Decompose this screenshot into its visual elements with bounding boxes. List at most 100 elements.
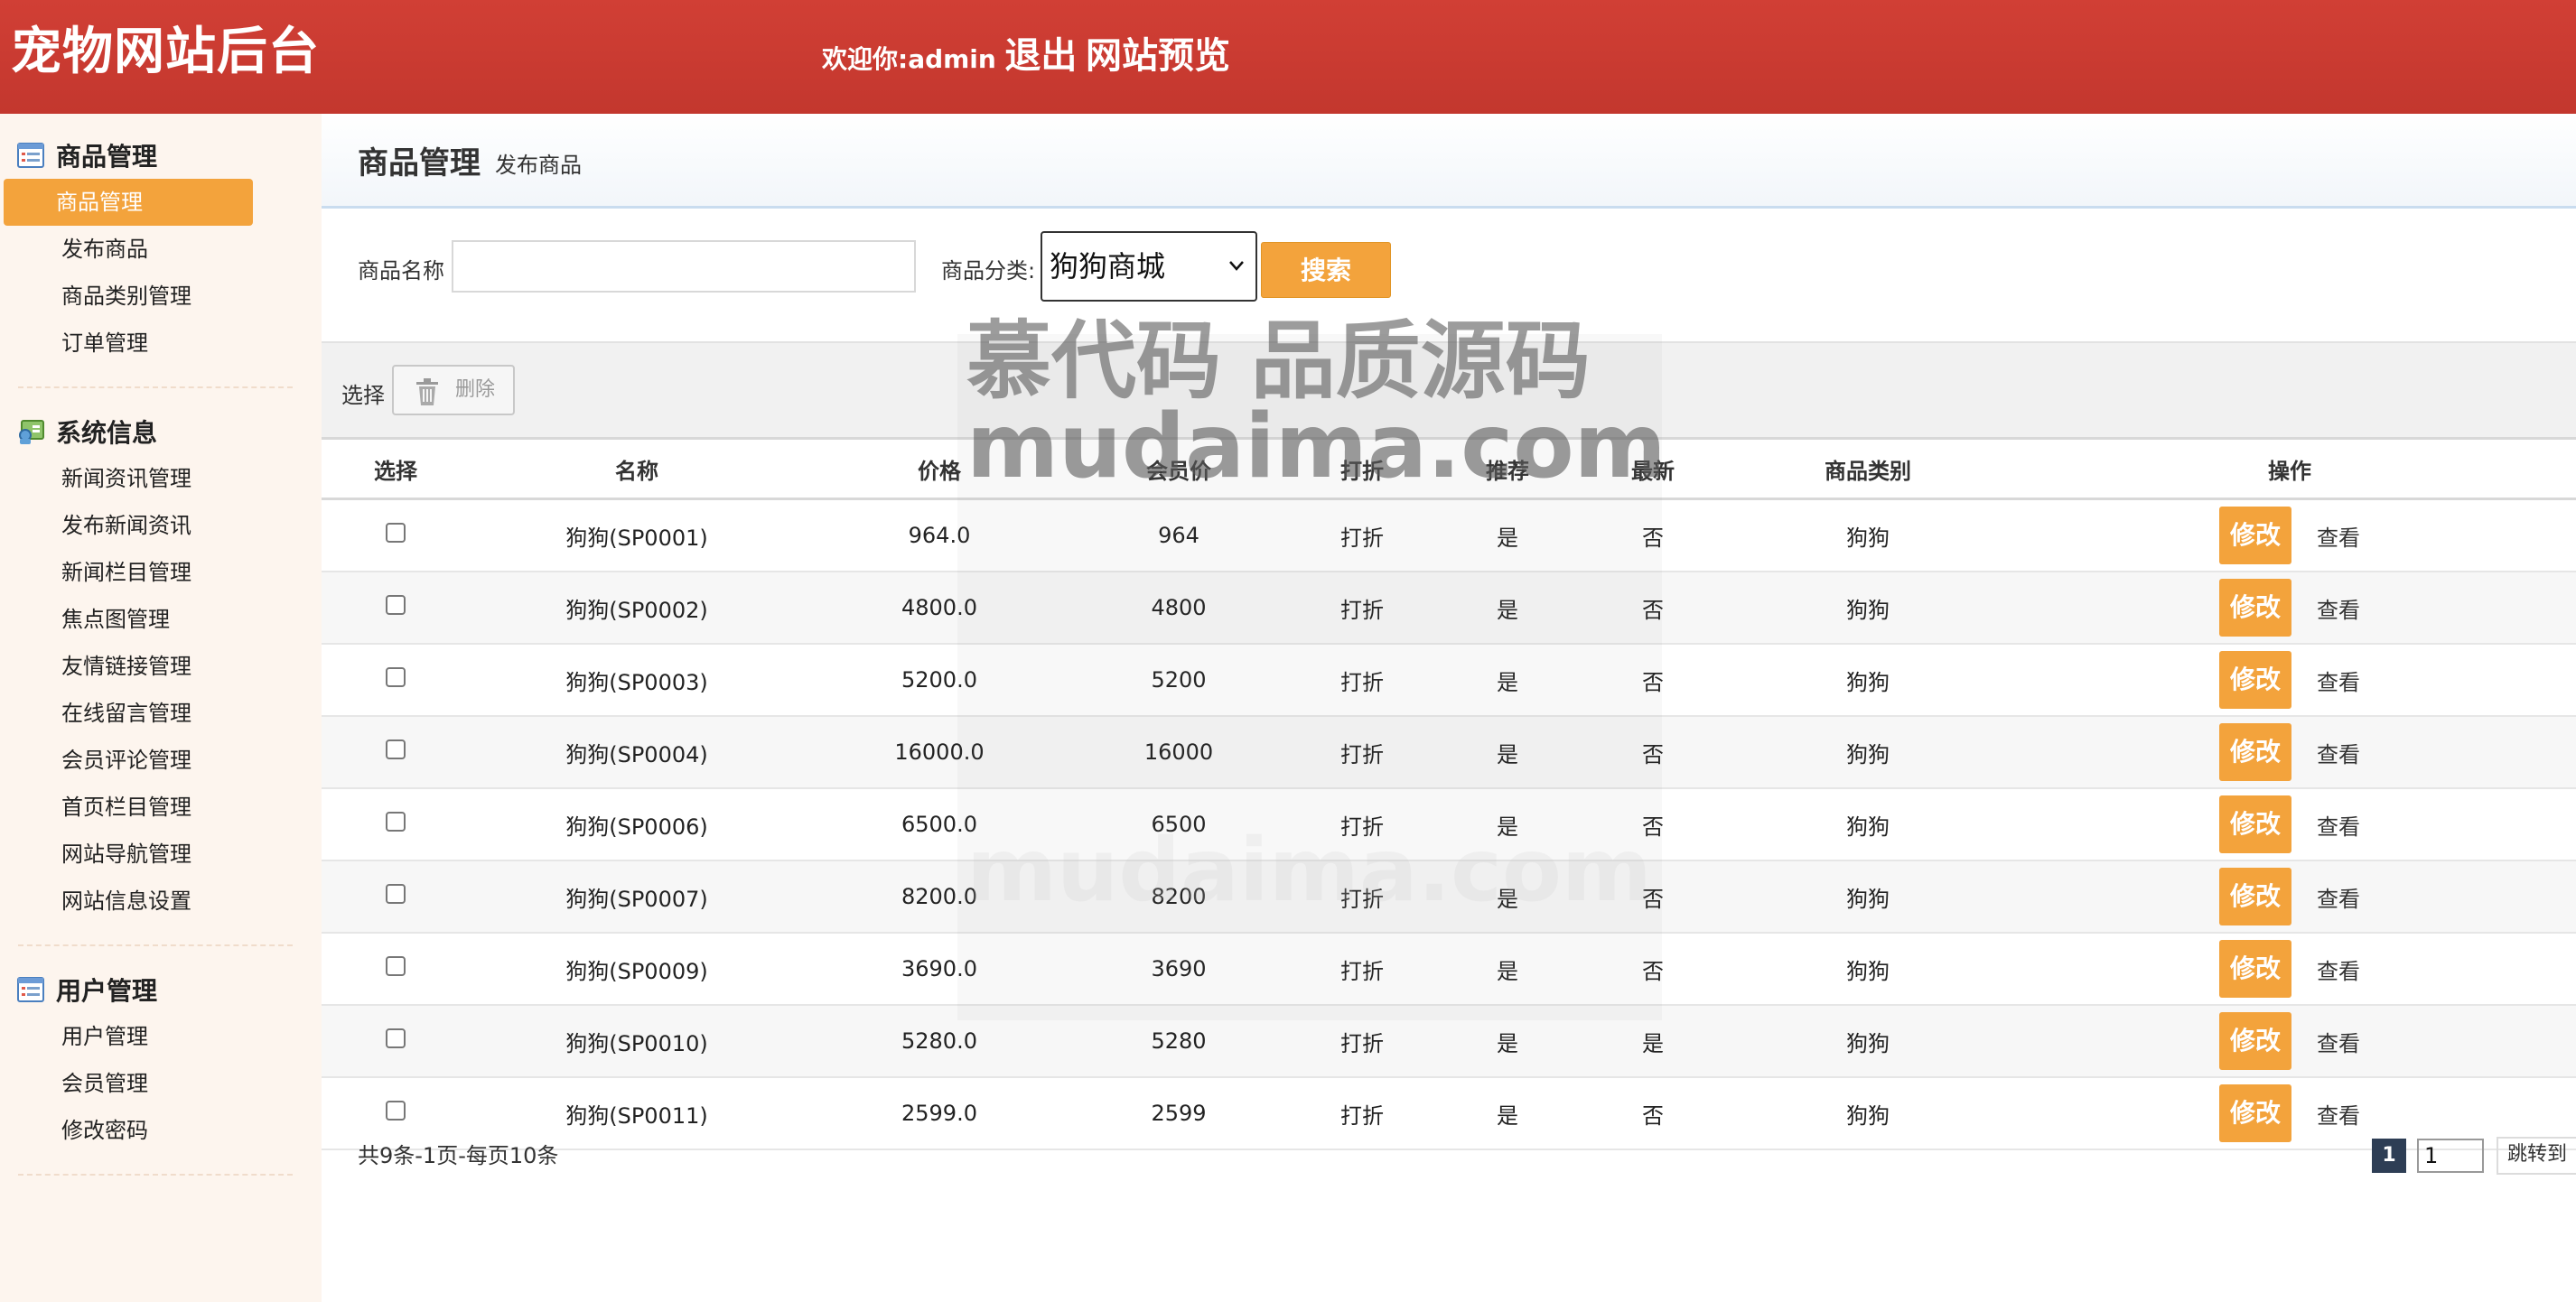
sidebar-item-publish-product[interactable]: 发布商品 [4, 226, 253, 273]
edit-button[interactable]: 修改 [2219, 795, 2291, 853]
page-title: 商品管理 [358, 144, 481, 181]
sidebar-item-orders[interactable]: 订单管理 [4, 320, 253, 367]
row-checkbox[interactable] [386, 956, 406, 976]
cell-name: 狗狗(SP0009) [470, 933, 804, 1006]
table-row: 狗狗(SP0003) 5200.0 5200 打折是否狗狗 修改 查看 [322, 644, 2576, 717]
product-table: 选择 名称 价格 会员价 打折 推荐 最新 商品类别 操作 狗狗(SP0001)… [322, 437, 2576, 1150]
cell-recommend: 是 [1442, 860, 1573, 934]
sidebar-item-news-manage[interactable]: 新闻资讯管理 [4, 455, 253, 502]
edit-button[interactable]: 修改 [2219, 723, 2291, 781]
cell-category: 狗狗 [1732, 498, 2003, 572]
cell-member-price: 2599 [1075, 1077, 1283, 1150]
category-select[interactable]: 狗狗商城 [1041, 231, 1257, 302]
column-header: 选择 [322, 437, 470, 500]
sidebar-item-site-settings[interactable]: 网站信息设置 [4, 878, 253, 925]
cell-newest: 否 [1573, 644, 1732, 717]
page-number-input[interactable]: 1 [2416, 1139, 2484, 1173]
page-subtitle: 发布商品 [495, 152, 582, 178]
cell-discount: 打折 [1283, 1005, 1442, 1078]
delete-button[interactable]: 删除 [392, 365, 515, 415]
row-checkbox[interactable] [386, 595, 406, 615]
table-row: 狗狗(SP0011) 2599.0 2599 打折是否狗狗 修改 查看 [322, 1077, 2576, 1150]
current-page-button[interactable]: 1 [2371, 1139, 2406, 1173]
cell-name: 狗狗(SP0007) [470, 860, 804, 934]
sidebar-group-title: 商品管理 [56, 142, 158, 172]
search-button[interactable]: 搜索 [1261, 242, 1391, 298]
cell-discount: 打折 [1283, 860, 1442, 934]
cell-name: 狗狗(SP0004) [470, 716, 804, 789]
sidebar-item-product-category[interactable]: 商品类别管理 [4, 273, 253, 320]
view-link[interactable]: 查看 [2317, 809, 2360, 841]
sidebar-item-publish-news[interactable]: 发布新闻资讯 [4, 502, 253, 549]
row-select-cell [322, 1005, 470, 1078]
logout-link[interactable]: 退出 [1004, 35, 1077, 77]
view-link[interactable]: 查看 [2317, 1026, 2360, 1057]
row-checkbox[interactable] [386, 1101, 406, 1121]
site-preview-link[interactable]: 网站预览 [1086, 35, 1230, 77]
sidebar-item-user-manage[interactable]: 用户管理 [4, 1013, 253, 1060]
row-actions-cell: 修改 查看 [2003, 933, 2576, 1006]
row-checkbox[interactable] [386, 884, 406, 904]
cell-price: 8200.0 [804, 860, 1075, 934]
view-link[interactable]: 查看 [2317, 881, 2360, 913]
row-actions-cell: 修改 查看 [2003, 716, 2576, 789]
sidebar-item-home-columns[interactable]: 首页栏目管理 [4, 784, 253, 831]
row-checkbox[interactable] [386, 523, 406, 543]
edit-button[interactable]: 修改 [2219, 1084, 2291, 1142]
row-select-cell [322, 860, 470, 934]
sidebar-item-news-column[interactable]: 新闻栏目管理 [4, 549, 253, 596]
pagination-info: 共9条-1页-每页10条 [358, 1143, 559, 1168]
row-checkbox[interactable] [386, 667, 406, 687]
sidebar-item-focus-image[interactable]: 焦点图管理 [4, 596, 253, 643]
sidebar-item-member-comments[interactable]: 会员评论管理 [4, 737, 253, 784]
edit-button[interactable]: 修改 [2219, 507, 2291, 564]
view-link[interactable]: 查看 [2317, 737, 2360, 768]
sidebar-item-messages[interactable]: 在线留言管理 [4, 690, 253, 737]
edit-button[interactable]: 修改 [2219, 940, 2291, 998]
jump-to-page-button[interactable]: 跳转到 [2496, 1137, 2576, 1175]
table-row: 狗狗(SP0010) 5280.0 5280 打折是是狗狗 修改 查看 [322, 1005, 2576, 1078]
table-row: 狗狗(SP0006) 6500.0 6500 打折是否狗狗 修改 查看 [322, 788, 2576, 861]
column-header: 会员价 [1075, 437, 1283, 500]
sidebar-item-friend-links[interactable]: 友情链接管理 [4, 643, 253, 690]
product-list-icon [16, 141, 45, 170]
edit-button[interactable]: 修改 [2219, 868, 2291, 925]
view-link[interactable]: 查看 [2317, 520, 2360, 552]
cell-member-price: 5280 [1075, 1005, 1283, 1078]
view-link[interactable]: 查看 [2317, 1098, 2360, 1130]
top-header: 宠物网站后台 欢迎你:admin 退出 网站预览 [0, 0, 2576, 114]
table-row: 狗狗(SP0009) 3690.0 3690 打折是否狗狗 修改 查看 [322, 933, 2576, 1006]
view-link[interactable]: 查看 [2317, 665, 2360, 696]
sidebar-group-system: 系统信息 新闻资讯管理 发布新闻资讯 新闻栏目管理 焦点图管理 友情链接管理 在… [0, 408, 322, 925]
cell-recommend: 是 [1442, 788, 1573, 861]
row-actions-cell: 修改 查看 [2003, 498, 2576, 572]
sidebar-item-change-password[interactable]: 修改密码 [4, 1107, 253, 1154]
row-checkbox[interactable] [386, 1028, 406, 1048]
sidebar-group-header: 用户管理 [0, 966, 322, 1013]
view-link[interactable]: 查看 [2317, 592, 2360, 624]
sidebar-item-site-nav[interactable]: 网站导航管理 [4, 831, 253, 878]
edit-button[interactable]: 修改 [2219, 1012, 2291, 1070]
sidebar-item-product-manage[interactable]: 商品管理 [4, 179, 253, 226]
cell-discount: 打折 [1283, 1077, 1442, 1150]
cell-category: 狗狗 [1732, 1077, 2003, 1150]
edit-button[interactable]: 修改 [2219, 579, 2291, 637]
row-checkbox[interactable] [386, 812, 406, 832]
cell-recommend: 是 [1442, 1005, 1573, 1078]
row-actions-cell: 修改 查看 [2003, 860, 2576, 934]
sidebar-group-title: 系统信息 [56, 418, 158, 448]
cell-category: 狗狗 [1732, 644, 2003, 717]
cell-member-price: 3690 [1075, 933, 1283, 1006]
sidebar-item-member-manage[interactable]: 会员管理 [4, 1060, 253, 1107]
cell-member-price: 8200 [1075, 860, 1283, 934]
view-link[interactable]: 查看 [2317, 953, 2360, 985]
row-checkbox[interactable] [386, 739, 406, 759]
product-name-input[interactable] [452, 240, 916, 293]
cell-newest: 否 [1573, 572, 1732, 645]
site-brand: 宠物网站后台 [11, 23, 320, 81]
sidebar-group-title: 用户管理 [56, 976, 158, 1006]
cell-recommend: 是 [1442, 644, 1573, 717]
edit-button[interactable]: 修改 [2219, 651, 2291, 709]
row-actions-cell: 修改 查看 [2003, 1005, 2576, 1078]
cell-recommend: 是 [1442, 716, 1573, 789]
